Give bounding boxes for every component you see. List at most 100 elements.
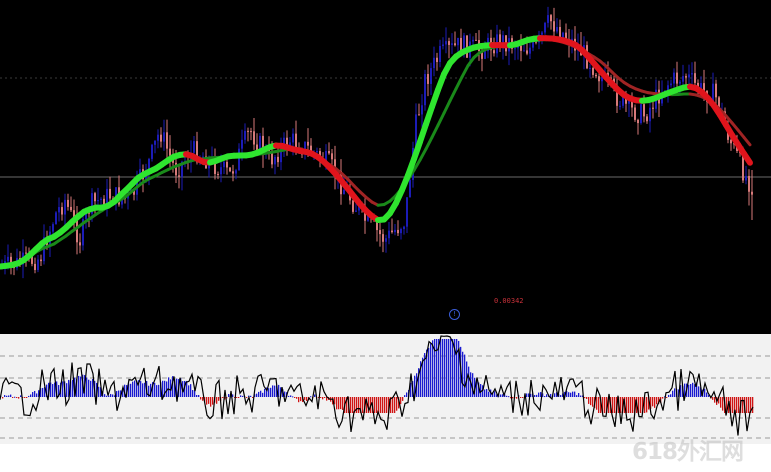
candle-body [544,22,546,33]
histogram-bar [436,339,438,397]
histogram-bar [584,397,586,399]
histogram-bar [30,394,32,397]
histogram-bar [10,394,12,397]
candle-body [163,132,165,142]
candle-body [391,230,393,233]
candle-body [382,234,384,242]
histogram-bar [252,397,254,398]
histogram-bar [674,388,676,397]
histogram-bar [384,397,386,413]
candle-body [61,207,63,215]
histogram-bar [298,397,300,403]
histogram-bar [400,397,402,405]
candle-body [58,207,60,213]
histogram-bar [450,339,452,397]
trading-chart[interactable] [0,0,771,472]
candle-body [748,175,750,192]
histogram-bar [752,397,754,413]
histogram-bar [432,340,434,397]
chart-window: 0.00342 ! 618外汇网 [0,0,771,472]
histogram-bar [296,397,298,399]
histogram-bar [320,397,322,398]
candle-body [160,134,162,142]
histogram-bar [134,380,136,397]
histogram-bar [4,395,6,397]
histogram-bar [202,397,204,401]
histogram-bar [236,397,238,398]
histogram-bar [576,395,578,397]
candle-body [166,132,168,149]
histogram-bar [688,384,690,397]
ma-segment [442,99,452,115]
oscillator-background [0,334,771,444]
candle-body [475,39,477,41]
histogram-bar [536,394,538,397]
histogram-bar [34,390,36,397]
candle-body [715,83,717,98]
histogram-bar [260,390,262,397]
candle-body [274,156,276,165]
histogram-bar [714,397,716,403]
candle-body [295,133,297,149]
histogram-bar [250,395,252,397]
candle-body [484,51,486,59]
candle-body [76,218,78,243]
histogram-bar [352,397,354,413]
histogram-bar [358,397,360,413]
histogram-bar [502,394,504,397]
histogram-bar [190,384,192,397]
histogram-bar [520,397,522,398]
histogram-bar [188,385,190,397]
ma-segment [448,87,458,103]
histogram-bar [560,395,562,397]
histogram-bar [446,339,448,397]
histogram-bar [72,379,74,397]
candle-body [640,104,642,124]
candle-body [247,130,249,132]
candle-body [526,50,528,54]
histogram-bar [14,396,16,398]
histogram-bar [66,383,68,397]
candle-body [730,139,732,144]
histogram-bar [544,396,546,398]
histogram-bar [406,392,408,397]
candle-body [307,141,309,146]
candle-body [52,224,54,232]
info-icon[interactable]: ! [449,309,460,320]
histogram-bar [442,339,444,397]
histogram-bar [742,397,744,413]
candle-body [343,189,345,195]
histogram-bar [62,381,64,397]
candle-body [223,161,225,168]
candle-body [7,256,9,262]
histogram-bar [668,394,670,397]
histogram-bar [380,397,382,413]
histogram-bar [168,377,170,397]
candle-body [151,144,153,159]
histogram-bar [24,397,26,398]
candle-body [430,68,432,84]
candle-body [670,83,672,86]
histogram-bar [526,393,528,397]
histogram-bar [106,395,108,397]
histogram-bar [262,392,264,397]
histogram-bar [144,382,146,397]
histogram-bar [554,393,556,397]
histogram-bar [28,395,30,397]
histogram-bar [690,384,692,397]
candle-body [157,134,159,141]
histogram-bar [654,397,656,408]
ma-segment [466,55,476,68]
histogram-bar [216,397,218,404]
histogram-bar [108,395,110,397]
candle-body [634,107,636,120]
histogram-bar [52,384,54,397]
candle-body [682,76,684,82]
candle-body [424,74,426,106]
histogram-bar [588,397,590,404]
candle-body [598,76,600,82]
histogram-bar [112,394,114,397]
candle-body [355,210,357,212]
price-readout: 0.00342 [494,297,524,305]
histogram-bar [192,390,194,397]
